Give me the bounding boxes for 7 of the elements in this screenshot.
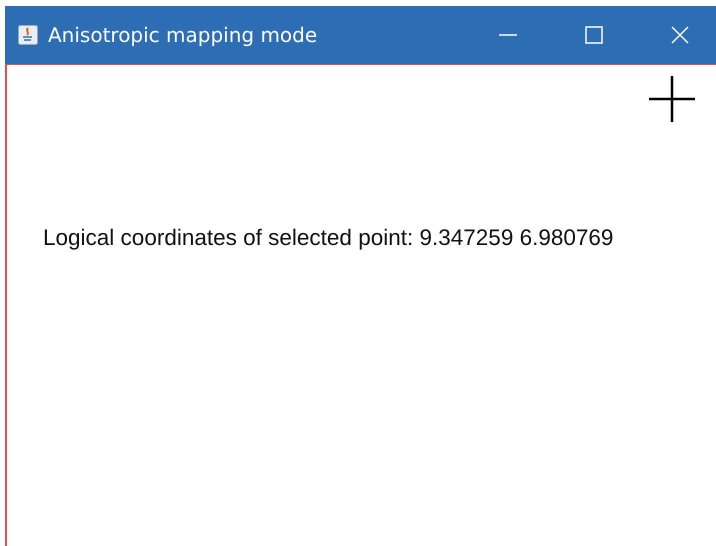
crosshair-icon [649,76,695,122]
app-icon [18,25,38,45]
coordinates-text: Logical coordinates of selected point: 9.347259 6.980769 [43,225,614,251]
close-icon [670,25,690,45]
window-title: Anisotropic mapping mode [48,23,318,47]
maximize-icon [584,25,604,45]
minimize-icon [499,34,517,36]
